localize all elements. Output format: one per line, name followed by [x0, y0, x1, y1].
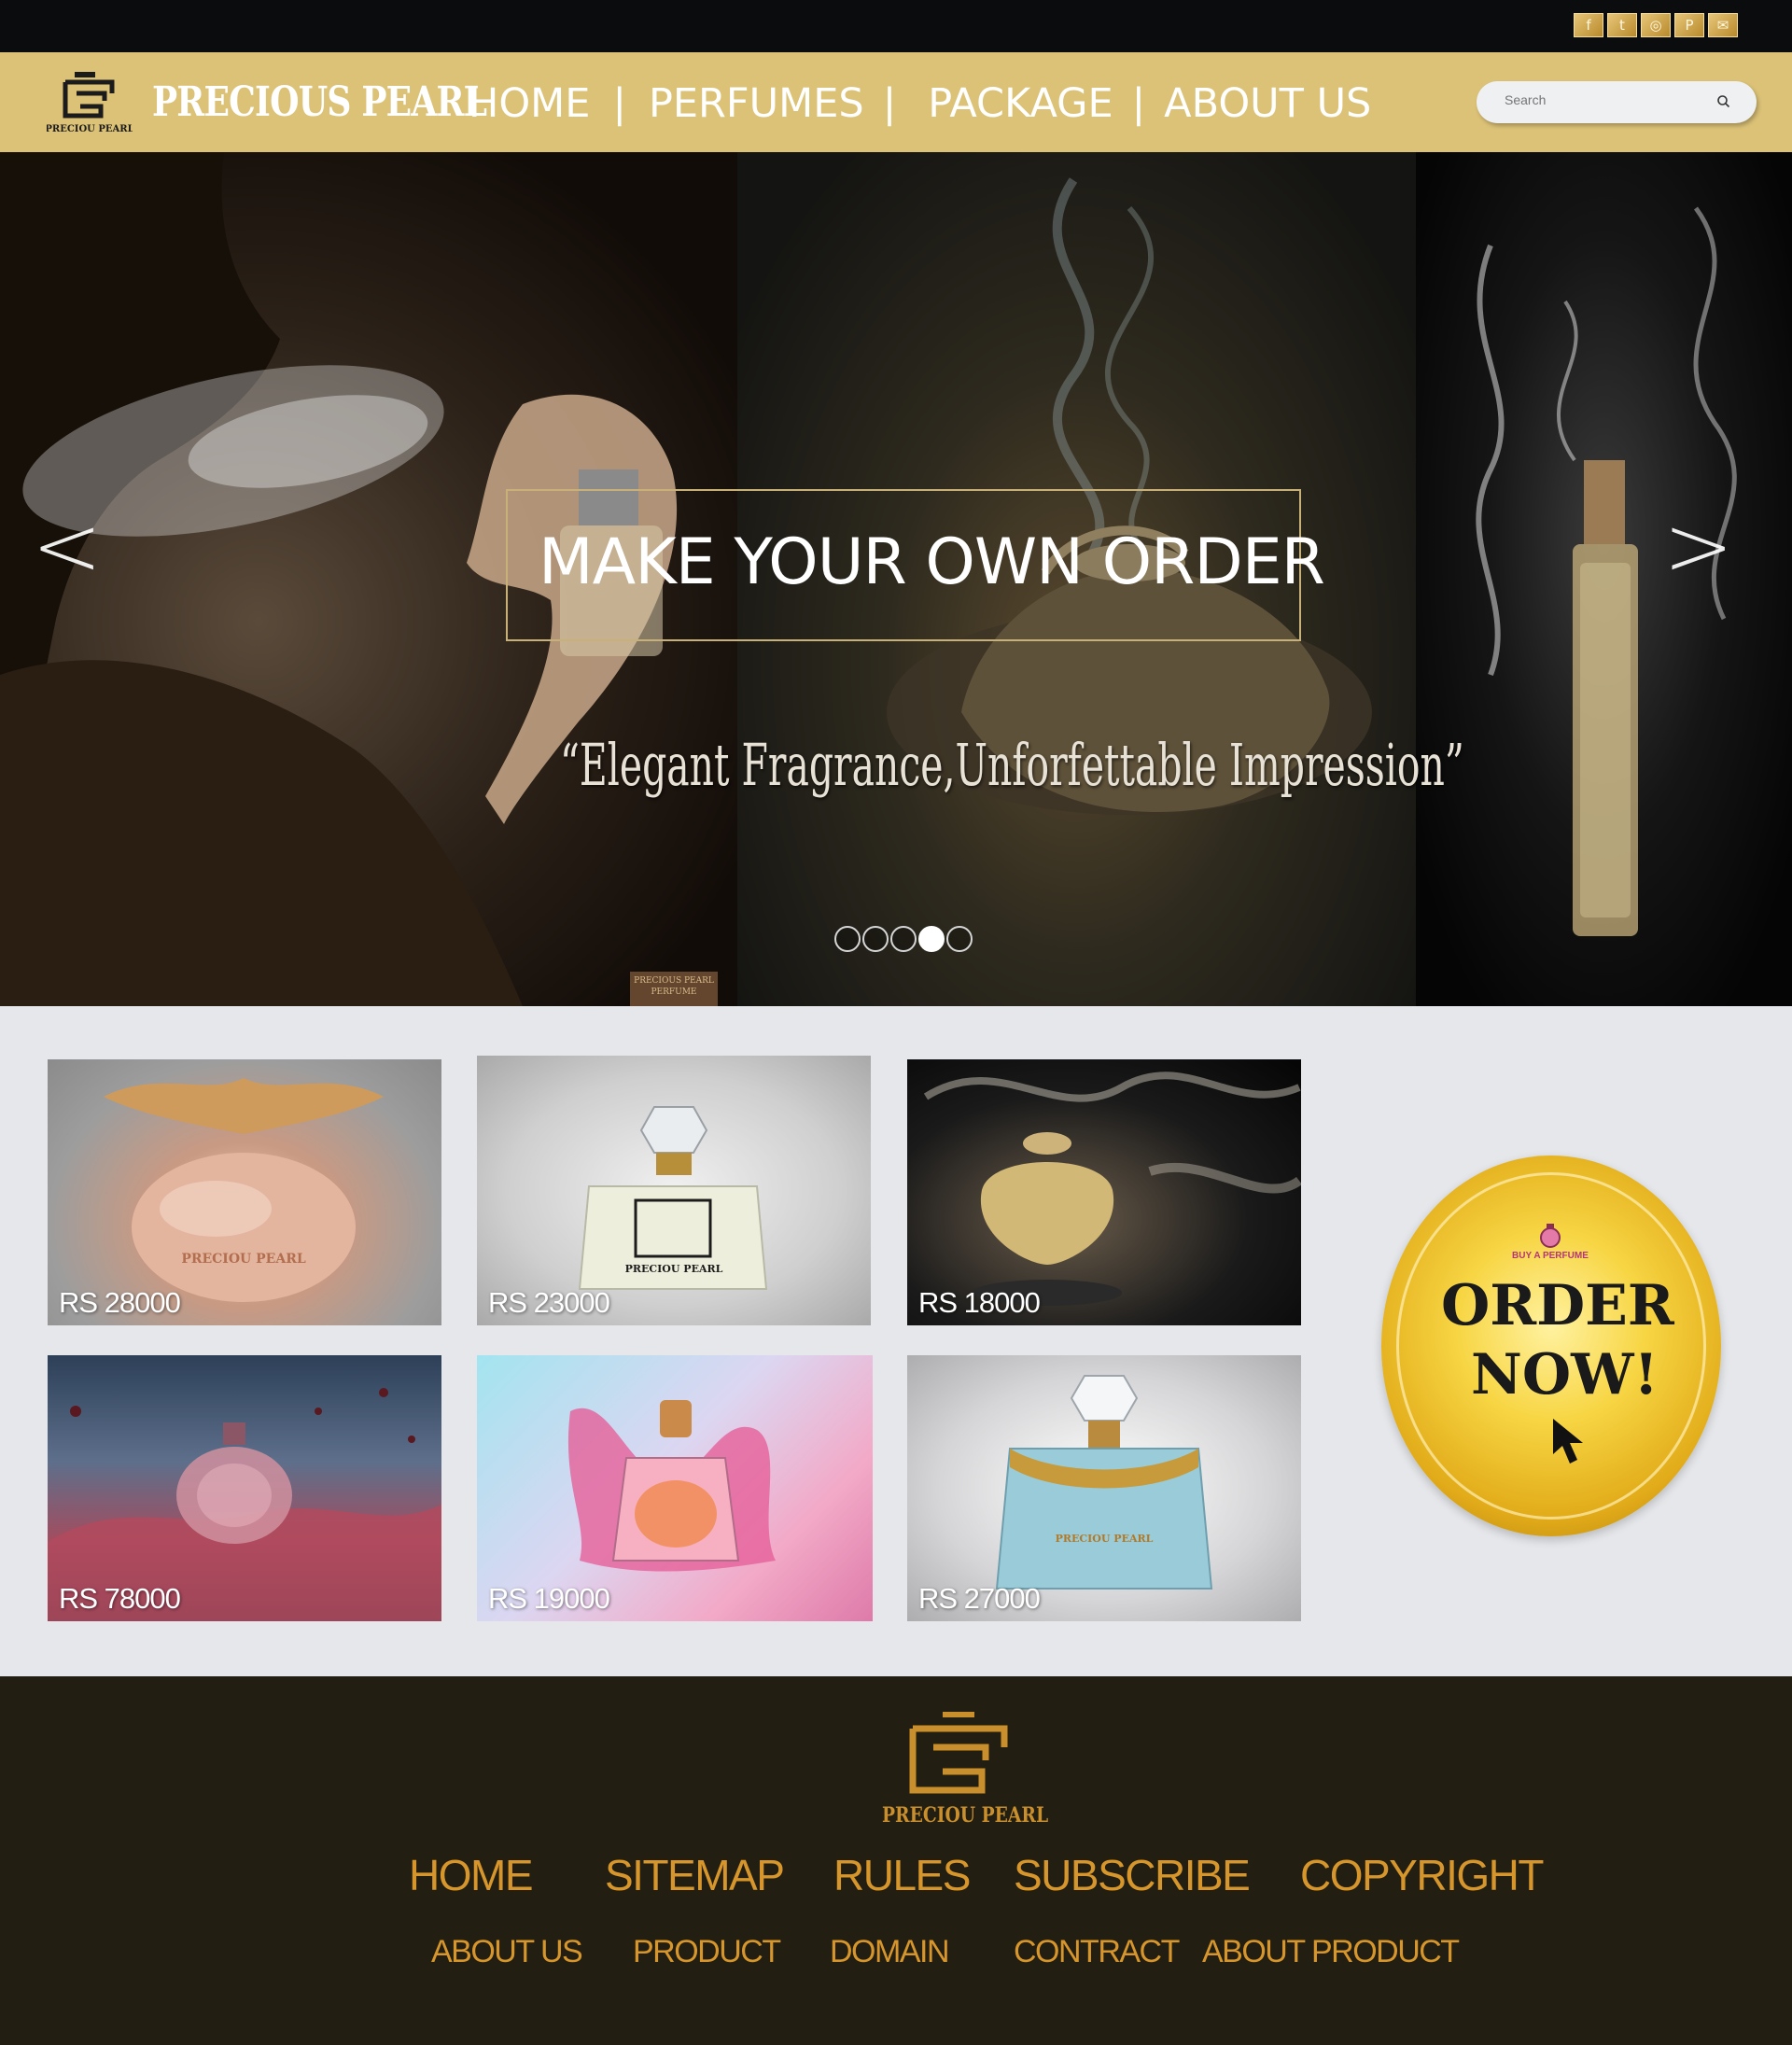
product-price: RS 27000 [918, 1582, 1041, 1615]
footer-brand: PRECIOU PEARL [882, 1803, 1049, 1828]
product-card[interactable]: PRECIOU PEARL RS 28000 [48, 1059, 441, 1325]
footer-link-rules[interactable]: RULES [833, 1850, 971, 1900]
order-now-button[interactable]: BUY A PERFUME ORDER NOW! [1381, 1156, 1721, 1536]
products-section: PRECIOU PEARL RS 28000 PRECIOU PEARL RS … [0, 1006, 1792, 1676]
product-card[interactable]: RS 18000 [907, 1059, 1301, 1325]
svg-text:PRECIOU PEARL: PRECIOU PEARL [625, 1263, 723, 1275]
twitter-icon[interactable]: t [1607, 13, 1637, 37]
nav-separator: | [612, 80, 626, 127]
footer-link-domain[interactable]: DOMAIN [830, 1934, 950, 1970]
pinterest-icon[interactable]: P [1674, 13, 1704, 37]
svg-text:PRECIOU PEARL: PRECIOU PEARL [1056, 1533, 1154, 1545]
site-footer: PRECIOU PEARL HOME SITEMAP RULES SUBSCRI… [0, 1676, 1792, 2045]
cta-heading[interactable]: MAKE YOUR OWN ORDER [539, 525, 1325, 599]
footer-link-about-us[interactable]: ABOUT US [431, 1934, 583, 1970]
footer-link-home[interactable]: HOME [409, 1850, 534, 1900]
slider-dot-active[interactable] [918, 926, 945, 952]
nav-home[interactable]: HOME [469, 80, 590, 127]
svg-text:PRECIOU PEARL: PRECIOU PEARL [47, 124, 133, 134]
product-card[interactable]: RS 78000 [48, 1355, 441, 1621]
order-small-label: BUY A PERFUME [1512, 1251, 1589, 1261]
nav-about-us[interactable]: ABOUT US [1164, 80, 1371, 127]
facebook-icon[interactable]: f [1574, 13, 1603, 37]
order-line-2: NOW! [1471, 1342, 1659, 1408]
svg-text:PRECIOU PEARL: PRECIOU PEARL [181, 1252, 305, 1267]
footer-link-about-product[interactable]: ABOUT PRODUCT [1202, 1934, 1460, 1970]
hero-image-bottle-smoke [1416, 152, 1792, 1006]
slider-dot[interactable] [946, 926, 973, 952]
order-line-1: ORDER [1441, 1273, 1674, 1338]
product-price: RS 28000 [59, 1286, 181, 1319]
search-icon[interactable] [1715, 93, 1732, 110]
footer-link-subscribe[interactable]: SUBSCRIBE [1014, 1850, 1251, 1900]
footer-link-copyright[interactable]: COPYRIGHT [1300, 1850, 1544, 1900]
nav-separator: | [1131, 80, 1146, 127]
social-links: f t ◎ P ✉ [1574, 13, 1738, 37]
footer-link-sitemap[interactable]: SITEMAP [605, 1850, 785, 1900]
slider-next-arrow[interactable]: > [1663, 497, 1733, 595]
cursor-icon [1553, 1419, 1583, 1464]
product-card[interactable]: RS 19000 [477, 1355, 873, 1621]
perfume-icon [1540, 1224, 1561, 1248]
slider-dot[interactable] [890, 926, 917, 952]
hero-watermark: PRECIOUS PEARL PERFUME [630, 972, 718, 1006]
hero-tagline: “Elegant Fragrance,Unforfettable Impress… [560, 731, 1464, 799]
footer-logo[interactable] [905, 1708, 1012, 1798]
nav-separator: | [882, 80, 897, 127]
instagram-icon[interactable]: ◎ [1641, 13, 1671, 37]
slider-dot[interactable] [862, 926, 889, 952]
search-input[interactable] [1505, 92, 1710, 107]
nav-package[interactable]: PACKAGE [928, 80, 1113, 127]
footer-link-product[interactable]: PRODUCT [633, 1934, 781, 1970]
product-card[interactable]: PRECIOU PEARL RS 27000 [907, 1355, 1301, 1621]
footer-link-contract[interactable]: CONTRACT [1014, 1934, 1180, 1970]
hero-slider: < > MAKE YOUR OWN ORDER “Elegant Fragran… [0, 152, 1792, 1006]
product-price: RS 23000 [488, 1286, 610, 1319]
search-box [1477, 81, 1757, 123]
slider-dot[interactable] [834, 926, 861, 952]
email-icon[interactable]: ✉ [1708, 13, 1738, 37]
brand-name[interactable]: PRECIOUS PEARL [152, 78, 487, 126]
product-price: RS 19000 [488, 1582, 610, 1615]
product-price: RS 18000 [918, 1286, 1041, 1319]
product-price: RS 78000 [59, 1582, 181, 1615]
nav-perfumes[interactable]: PERFUMES [649, 80, 864, 127]
brand-logo[interactable]: PRECIOU PEARL [45, 69, 134, 136]
product-card[interactable]: PRECIOU PEARL RS 23000 [477, 1056, 871, 1325]
top-bar: f t ◎ P ✉ [0, 0, 1792, 52]
slider-dots [834, 926, 973, 952]
slider-prev-arrow[interactable]: < [32, 497, 102, 595]
site-header: PRECIOU PEARL PRECIOUS PEARL HOME | PERF… [0, 52, 1792, 152]
main-nav: HOME | PERFUMES | PACKAGE | ABOUT US [469, 80, 1371, 127]
